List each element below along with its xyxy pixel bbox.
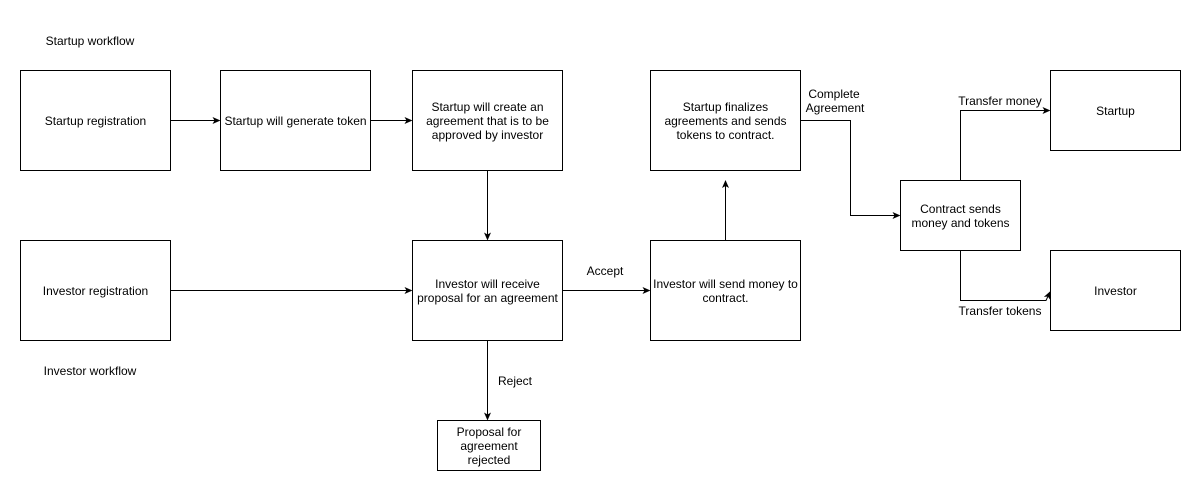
edge-transfer-tokens <box>960 250 1051 301</box>
complete-label-line1: Complete <box>808 87 860 101</box>
transfer-money-label: Transfer money <box>958 94 1042 108</box>
node-create-agreement: Startup will create an agreement that is… <box>412 70 563 171</box>
startup-workflow-label: Startup workflow <box>45 34 135 48</box>
investor-workflow-label: Investor workflow <box>43 364 137 378</box>
reject-label: Reject <box>497 374 533 388</box>
node-investor-registration: Investor registration <box>20 240 171 341</box>
node-contract: Contract sends money and tokens <box>900 180 1021 251</box>
node-startup: Startup <box>1050 70 1181 151</box>
complete-label-line2: Agreement <box>805 101 865 115</box>
accept-label: Accept <box>586 264 624 278</box>
edge-transfer-money <box>960 107 1051 181</box>
node-finalize-agreement: Startup finalizes agreements and sends t… <box>650 70 801 171</box>
node-generate-token: Startup will generate token <box>220 70 371 171</box>
node-startup-registration: Startup registration <box>20 70 171 171</box>
node-proposal-rejected: Proposal for agreement rejected <box>437 420 541 471</box>
transfer-tokens-label: Transfer tokens <box>958 304 1042 318</box>
diagram-canvas: Startup workflow Investor workflow Accep… <box>0 0 1200 500</box>
node-send-money: Investor will send money to contract. <box>650 240 801 341</box>
node-investor: Investor <box>1050 250 1181 331</box>
node-receive-proposal: Investor will receive proposal for an ag… <box>412 240 563 341</box>
edge-complete-agreement <box>800 120 901 219</box>
